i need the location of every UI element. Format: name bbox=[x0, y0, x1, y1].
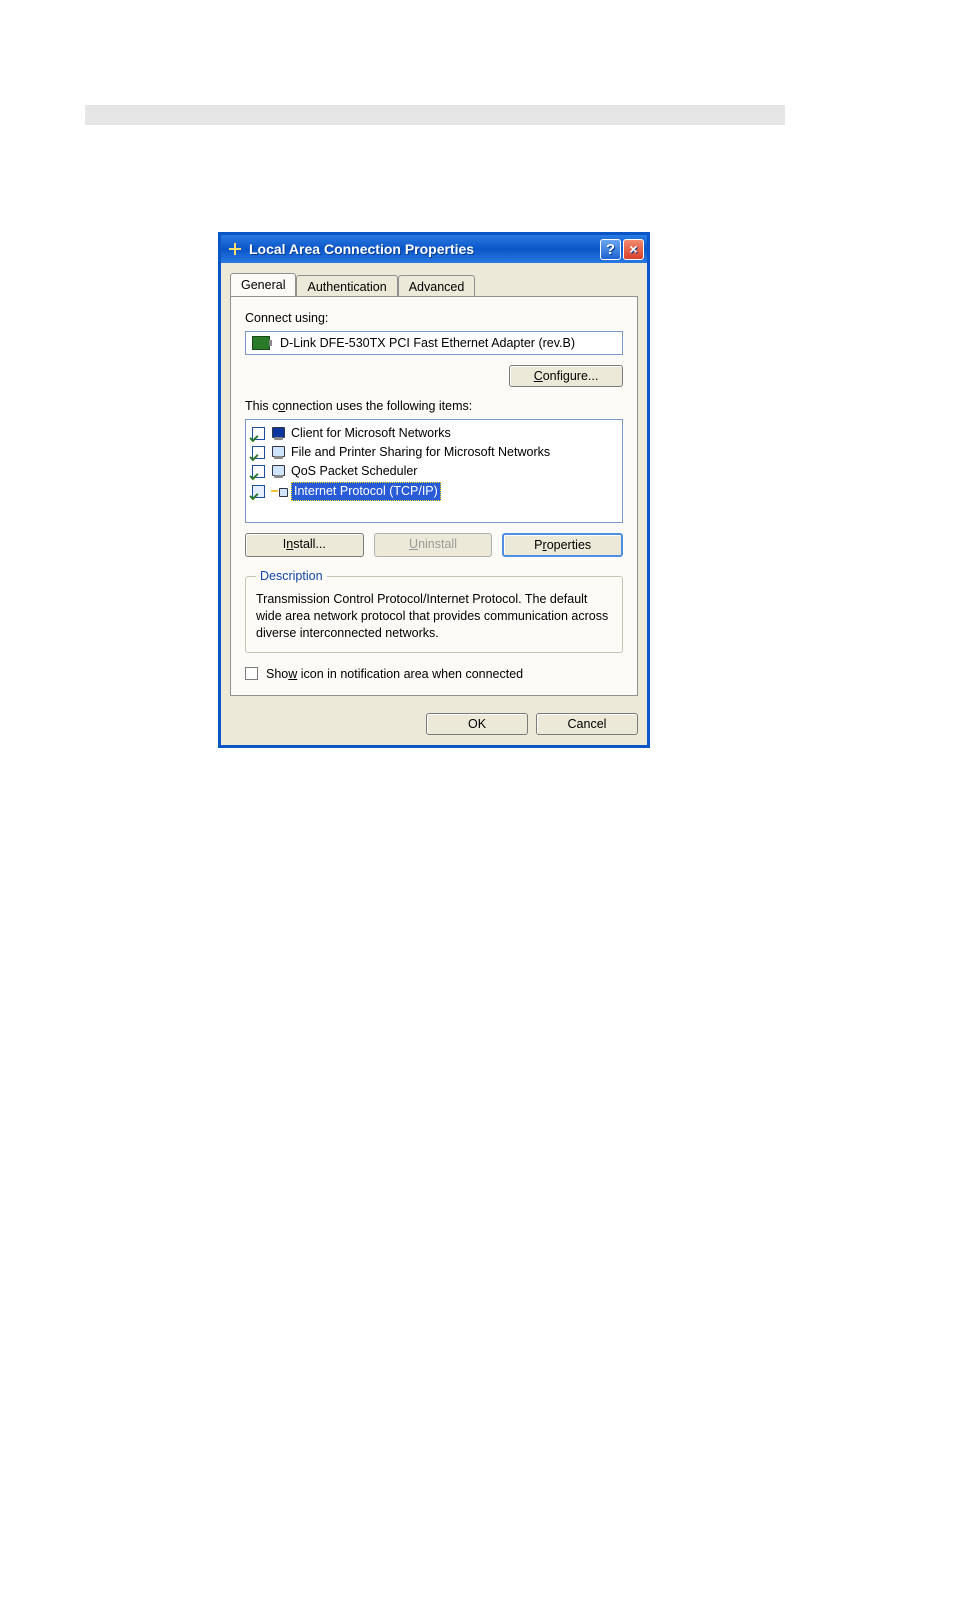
list-item[interactable]: QoS Packet Scheduler bbox=[250, 462, 618, 481]
description-legend: Description bbox=[256, 569, 327, 583]
protocol-icon bbox=[271, 484, 287, 500]
item-label: Internet Protocol (TCP/IP) bbox=[291, 482, 441, 501]
description-text: Transmission Control Protocol/Internet P… bbox=[256, 591, 612, 642]
dialog-footer: OK Cancel bbox=[221, 705, 647, 745]
configure-button[interactable]: Configure... bbox=[509, 365, 623, 387]
titlebar[interactable]: Local Area Connection Properties ? × bbox=[221, 235, 647, 263]
tabstrip: General Authentication Advanced bbox=[230, 272, 638, 296]
tab-general[interactable]: General bbox=[230, 273, 296, 296]
item-label: Client for Microsoft Networks bbox=[291, 425, 451, 442]
item-label: QoS Packet Scheduler bbox=[291, 463, 417, 480]
items-listbox[interactable]: Client for Microsoft Networks File and P… bbox=[245, 419, 623, 523]
nic-icon bbox=[252, 336, 270, 350]
tabpanel-general: Connect using: D-Link DFE-530TX PCI Fast… bbox=[230, 296, 638, 696]
service-icon bbox=[271, 445, 287, 461]
adapter-name: D-Link DFE-530TX PCI Fast Ethernet Adapt… bbox=[280, 336, 575, 350]
checkbox-icon[interactable] bbox=[252, 427, 265, 440]
list-item[interactable]: File and Printer Sharing for Microsoft N… bbox=[250, 443, 618, 462]
ok-button[interactable]: OK bbox=[426, 713, 528, 735]
page-header-bar bbox=[85, 105, 785, 125]
install-button[interactable]: Install... bbox=[245, 533, 364, 557]
tab-authentication[interactable]: Authentication bbox=[296, 275, 397, 297]
service-icon bbox=[271, 464, 287, 480]
help-button[interactable]: ? bbox=[600, 239, 621, 260]
list-item[interactable]: Internet Protocol (TCP/IP) bbox=[250, 481, 618, 502]
connection-icon bbox=[227, 241, 243, 257]
connect-using-label: Connect using: bbox=[245, 311, 623, 325]
show-icon-checkbox-row[interactable]: Show icon in notification area when conn… bbox=[245, 667, 623, 681]
uninstall-button: Uninstall bbox=[374, 533, 493, 557]
properties-button[interactable]: Properties bbox=[502, 533, 623, 557]
items-label: This connection uses the following items… bbox=[245, 399, 623, 413]
configure-button-rest: onfigure... bbox=[543, 369, 599, 383]
checkbox-icon[interactable] bbox=[252, 485, 265, 498]
checkbox-icon[interactable] bbox=[252, 465, 265, 478]
dialog-window: Local Area Connection Properties ? × Gen… bbox=[218, 232, 650, 748]
show-icon-label: Show icon in notification area when conn… bbox=[266, 667, 523, 681]
close-button[interactable]: × bbox=[623, 239, 644, 260]
checkbox-icon[interactable] bbox=[245, 667, 258, 680]
cancel-button[interactable]: Cancel bbox=[536, 713, 638, 735]
item-label: File and Printer Sharing for Microsoft N… bbox=[291, 444, 550, 461]
list-item[interactable]: Client for Microsoft Networks bbox=[250, 424, 618, 443]
client-icon bbox=[271, 426, 287, 442]
window-title: Local Area Connection Properties bbox=[249, 241, 598, 257]
description-group: Description Transmission Control Protoco… bbox=[245, 569, 623, 653]
adapter-field[interactable]: D-Link DFE-530TX PCI Fast Ethernet Adapt… bbox=[245, 331, 623, 355]
tab-advanced[interactable]: Advanced bbox=[398, 275, 476, 297]
checkbox-icon[interactable] bbox=[252, 446, 265, 459]
